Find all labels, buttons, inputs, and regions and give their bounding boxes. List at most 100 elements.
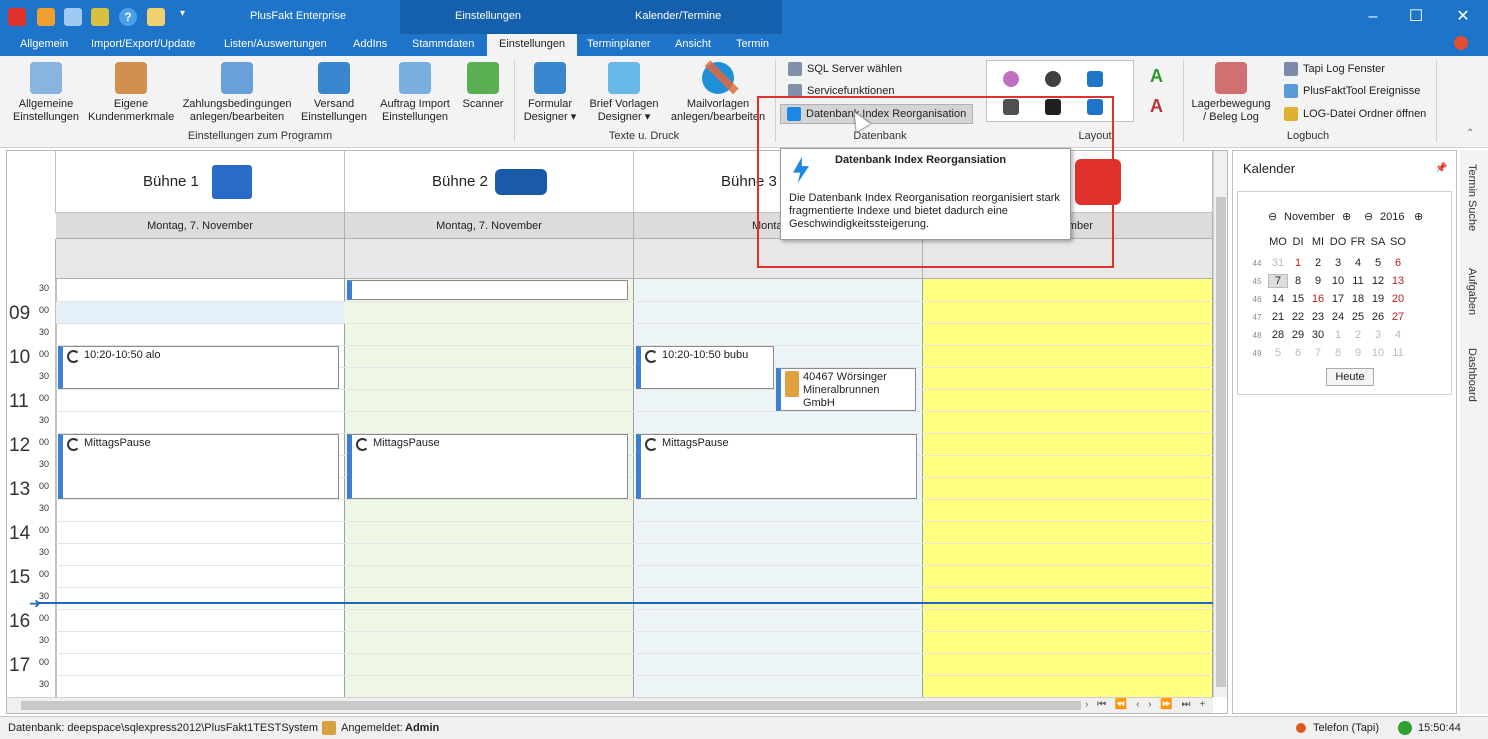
tool-events-button[interactable]: PlusFaktTool Ereignisse [1284, 84, 1420, 98]
current-time-arrow-icon: ➜ [29, 595, 41, 611]
month-calendar[interactable]: ⊖ November ⊕ ⊖ 2016 ⊕ MO DI MI DO FR SA SO 44 3… [1237, 191, 1452, 395]
today-date[interactable]: 7 [1268, 274, 1288, 288]
pin-icon[interactable]: 📌 [1435, 163, 1447, 174]
day-column-4[interactable] [923, 279, 1213, 697]
date-navigator-icons[interactable]: › ⏮ ⏪ ‹ › ⏩ ⏭ + − [1085, 699, 1213, 713]
gear-icon [30, 62, 62, 94]
maximize-button[interactable]: ☐ [1396, 6, 1436, 28]
scrollbar-thumb[interactable] [1216, 197, 1226, 687]
year-label: 2016 [1380, 211, 1405, 223]
printer-icon [534, 62, 566, 94]
tab-stammdaten[interactable]: Stammdaten [412, 38, 474, 50]
appointment-alo[interactable]: 10:20-10:50 alo [58, 346, 339, 389]
customer-icon [785, 371, 799, 397]
tab-allgemein[interactable]: Allgemein [20, 38, 68, 50]
shipping-settings-button[interactable]: Versand Einstellungen [300, 62, 368, 124]
appointment-mittagspause-2[interactable]: MittagsPause [347, 434, 628, 499]
quick-access-support-icon[interactable] [91, 8, 109, 26]
grid-line [56, 543, 1227, 544]
next-year-icon[interactable]: ⊕ [1414, 210, 1423, 223]
layout-style-icon[interactable] [1087, 71, 1103, 87]
tab-terminplaner[interactable]: Terminplaner [587, 38, 651, 50]
allday-row-1[interactable] [56, 239, 345, 279]
appointment-mittagspause-3[interactable]: MittagsPause [636, 434, 917, 499]
next-month-icon[interactable]: ⊕ [1342, 210, 1351, 223]
app-logo-icon[interactable] [8, 8, 26, 26]
selected-slot[interactable] [56, 301, 345, 323]
tapi-log-button[interactable]: Tapi Log Fenster [1284, 62, 1385, 76]
font-increase-icon[interactable]: A [1150, 66, 1163, 87]
collapse-ribbon-icon[interactable]: ⌃ [1466, 128, 1474, 139]
font-decrease-icon[interactable]: A [1150, 96, 1163, 117]
help-icon[interactable]: ? [119, 8, 137, 26]
app-title: PlusFakt Enterprise [250, 10, 346, 22]
resource-header-2[interactable]: Bühne 2 [345, 151, 634, 213]
users-icon [115, 62, 147, 94]
custom-attributes-button[interactable]: Eigene Kundenmerkmale [88, 62, 174, 124]
scanner-button[interactable]: Scanner [460, 62, 506, 111]
context-label-settings: Einstellungen [455, 10, 522, 22]
tab-dashboard[interactable]: Dashboard [1466, 348, 1478, 402]
truck-icon [318, 62, 350, 94]
stock-log-button[interactable]: Lagerbewegung / Beleg Log [1188, 62, 1274, 124]
layout-style-icon[interactable] [1045, 71, 1061, 87]
context-label-calendar: Kalender/Termine [635, 10, 722, 22]
prev-month-icon[interactable]: ⊖ [1268, 210, 1277, 223]
vertical-scrollbar[interactable] [1213, 151, 1227, 697]
letter-designer-button[interactable]: Brief Vorlagen Designer ▾ [586, 62, 662, 124]
tab-ansicht[interactable]: Ansicht [675, 38, 711, 50]
calendar-days[interactable]: 44 31 1 2 3 4 5 6 45 7 8 9 10 11 12 13 46 14 15 16 17 18 19 2… [1246, 254, 1448, 362]
grid-line [56, 675, 1227, 676]
notification-icon[interactable] [1454, 36, 1468, 50]
tab-addins[interactable]: AddIns [353, 38, 387, 50]
appointment-mittagspause-1[interactable]: MittagsPause [58, 434, 339, 499]
status-database: Datenbank: deepspace\sqlexpress2012\Plus… [8, 722, 318, 734]
layout-style-icon[interactable] [1003, 71, 1019, 87]
phone-status-icon [1296, 723, 1306, 733]
tab-listen[interactable]: Listen/Auswertungen [224, 38, 327, 50]
grid-line [56, 587, 1227, 588]
quick-access-settings-icon[interactable] [64, 8, 82, 26]
tab-import-export[interactable]: Import/Export/Update [91, 38, 196, 50]
prev-year-icon[interactable]: ⊖ [1364, 210, 1373, 223]
payment-terms-button[interactable]: Zahlungsbedingungen anlegen/bearbeiten [181, 62, 293, 124]
quick-access-notes-icon[interactable] [147, 8, 165, 26]
today-button[interactable]: Heute [1326, 368, 1374, 386]
tab-aufgaben[interactable]: Aufgaben [1466, 268, 1478, 315]
date-header-2: Montag, 7. November [345, 213, 634, 239]
allday-row-2[interactable] [345, 239, 634, 279]
quick-access-users-icon[interactable] [37, 8, 55, 26]
time-ruler: 30 09 00 30 10 00 30 11 00 30 12 00 30 13 00 30 14… [7, 279, 56, 697]
appointment-bubu[interactable]: 10:20-10:50 bubu [636, 346, 774, 389]
user-icon [322, 721, 336, 735]
quick-access-dropdown-icon[interactable]: ▾ [180, 8, 198, 26]
sql-server-button[interactable]: SQL Server wählen [788, 62, 902, 76]
group-label-program: Einstellungen zum Programm [187, 130, 333, 142]
scrollbar-thumb[interactable] [21, 701, 1081, 710]
resource-header-1[interactable]: Bühne 1 [56, 151, 345, 213]
envelope-icon [608, 62, 640, 94]
tab-termin-suche[interactable]: Termin Suche [1466, 164, 1478, 231]
week-row: 48 28 29 30 1 2 3 4 [1252, 329, 1402, 341]
appointment-customer[interactable]: 40467 Wörsinger Mineralbrunnen GmbH [776, 368, 916, 411]
jack-icon [495, 169, 547, 195]
close-button[interactable]: ✕ [1443, 6, 1483, 28]
grid-line [56, 411, 1227, 412]
status-login-user: Admin [405, 722, 440, 734]
status-phone[interactable]: Telefon (Tapi) [1313, 722, 1379, 734]
minimize-button[interactable]: – [1353, 6, 1393, 28]
date-header-1: Montag, 7. November [56, 213, 345, 239]
folder-icon [1284, 107, 1298, 121]
appointment-truncated[interactable] [347, 280, 628, 300]
horizontal-scrollbar[interactable]: › ⏮ ⏪ ‹ › ⏩ ⏭ + − [7, 697, 1213, 713]
order-import-button[interactable]: Auftrag Import Einstellungen [375, 62, 455, 124]
week-row: 47 21 22 23 24 25 26 27 [1252, 311, 1405, 323]
grid-line [56, 301, 1227, 302]
lift-icon [212, 165, 252, 199]
form-designer-button[interactable]: Formular Designer ▾ [518, 62, 582, 124]
general-settings-button[interactable]: Allgemeine Einstellungen [12, 62, 80, 124]
tab-einstellungen[interactable]: Einstellungen [487, 34, 578, 56]
phone-icon [1284, 62, 1298, 76]
log-folder-button[interactable]: LOG-Datei Ordner öffnen [1284, 107, 1426, 121]
calendar-sidebar: Kalender 📌 ⊖ November ⊕ ⊖ 2016 ⊕ MO DI MI D… [1232, 150, 1457, 714]
